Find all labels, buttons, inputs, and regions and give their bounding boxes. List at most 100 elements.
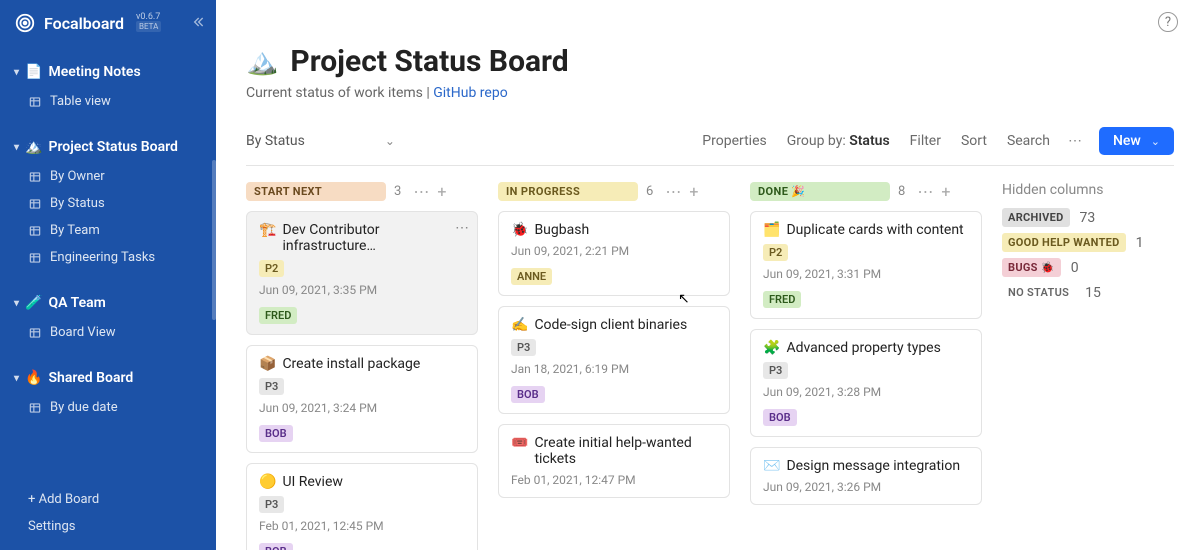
sidebar-item-1-2[interactable]: By Team bbox=[0, 217, 216, 244]
assignee-chip: ANNE bbox=[511, 268, 552, 285]
sidebar-item-1-0[interactable]: By Owner bbox=[0, 163, 216, 190]
card[interactable]: 🎟️Create initial help-wanted ticketsFeb … bbox=[498, 424, 730, 498]
card[interactable]: ✉️ Design message integration Jun 09, 2021… bbox=[750, 447, 982, 505]
column-header-1: IN PROGRESS 6 ⋯ + bbox=[498, 182, 730, 201]
settings-link[interactable]: Settings bbox=[14, 513, 202, 540]
assignee-chip: BOB bbox=[259, 425, 293, 442]
sidebar-section-1[interactable]: ▾🏔️Project Status Board bbox=[0, 133, 216, 161]
column-label[interactable]: IN PROGRESS bbox=[498, 182, 638, 201]
github-link[interactable]: GitHub repo bbox=[433, 85, 507, 101]
card-title: Advanced property types bbox=[786, 340, 940, 356]
board-emoji[interactable]: 🏔️ bbox=[246, 47, 278, 77]
hidden-columns-title: Hidden columns bbox=[1002, 182, 1144, 198]
view-selector[interactable]: By Status⌄ bbox=[246, 133, 395, 149]
card-emoji-icon: 🐞 bbox=[511, 222, 528, 238]
add-card-icon[interactable]: + bbox=[941, 182, 950, 201]
card[interactable]: 📦 Create install package P3 Jun 09, 2021, 3… bbox=[246, 345, 478, 453]
card-emoji-icon: 🎟️ bbox=[511, 435, 528, 451]
card[interactable]: 🟡 UI Review P3 Feb 01, 2021, 12:45 PM BOB bbox=[246, 463, 478, 550]
chevron-down-icon: ⌄ bbox=[385, 134, 395, 148]
column-options-icon[interactable]: ⋯ bbox=[665, 182, 681, 201]
column-label[interactable]: START NEXT bbox=[246, 182, 386, 201]
assignee-chip: FRED bbox=[259, 307, 297, 324]
search-button[interactable]: Search bbox=[1007, 133, 1050, 149]
group-by-button[interactable]: Group by: Status bbox=[787, 133, 890, 149]
card-title: Code-sign client binaries bbox=[534, 317, 687, 333]
card-title: Design message integration bbox=[786, 458, 960, 474]
column-label[interactable]: DONE 🎉 bbox=[750, 182, 890, 201]
column-count: 6 bbox=[646, 184, 653, 199]
hidden-column-row[interactable]: BUGS 🐞0 bbox=[1002, 258, 1144, 277]
page-title[interactable]: Project Status Board bbox=[290, 44, 568, 79]
card-emoji-icon: ✉️ bbox=[763, 458, 780, 474]
card[interactable]: 🐞 Bugbash Jun 09, 2021, 2:21 PM ANNE bbox=[498, 211, 730, 296]
caret-icon: ▾ bbox=[14, 298, 19, 309]
sidebar-section-2[interactable]: ▾🧪QA Team bbox=[0, 289, 216, 317]
card[interactable]: 🗂️Duplicate cards with contentP2Jun 09, … bbox=[750, 211, 982, 319]
sidebar-item-1-3[interactable]: Engineering Tasks bbox=[0, 244, 216, 271]
card-emoji-icon: 🟡 bbox=[259, 474, 276, 490]
priority-chip: P3 bbox=[763, 362, 788, 379]
column-count: 3 bbox=[394, 184, 401, 199]
card-title: UI Review bbox=[282, 474, 342, 490]
help-icon[interactable]: ? bbox=[1158, 12, 1178, 32]
hidden-column-row[interactable]: GOOD HELP WANTED1 bbox=[1002, 233, 1144, 252]
priority-chip: P3 bbox=[511, 339, 536, 356]
filter-button[interactable]: Filter bbox=[910, 133, 941, 149]
caret-icon: ▾ bbox=[14, 67, 19, 78]
priority-chip: P2 bbox=[259, 260, 284, 277]
sidebar-item-2-0[interactable]: Board View bbox=[0, 319, 216, 346]
card-title: Create initial help-wanted tickets bbox=[534, 435, 717, 467]
add-card-icon[interactable]: + bbox=[689, 182, 698, 201]
app-version: v0.6.7 BETA bbox=[136, 13, 161, 33]
sidebar-item-1-1[interactable]: By Status bbox=[0, 190, 216, 217]
card-emoji-icon: 🏗️ bbox=[259, 222, 276, 238]
assignee-chip: BOB bbox=[259, 543, 293, 550]
priority-chip: P2 bbox=[763, 244, 788, 261]
card-title: Bugbash bbox=[534, 222, 589, 238]
sidebar-header: Focalboard v0.6.7 BETA bbox=[0, 0, 216, 40]
sidebar-section-0[interactable]: ▾📄Meeting Notes bbox=[0, 58, 216, 86]
card-emoji-icon: ✍️ bbox=[511, 317, 528, 333]
page-subtitle: Current status of work items | GitHub re… bbox=[246, 85, 1174, 101]
properties-button[interactable]: Properties bbox=[702, 133, 766, 149]
sidebar: Focalboard v0.6.7 BETA ▾📄Meeting NotesTa… bbox=[0, 0, 216, 550]
card-date: Jun 09, 2021, 3:35 PM bbox=[259, 283, 465, 297]
card[interactable]: ✍️Code-sign client binariesP3Jan 18, 202… bbox=[498, 306, 730, 414]
column-options-icon[interactable]: ⋯ bbox=[917, 182, 933, 201]
assignee-chip: BOB bbox=[511, 386, 545, 403]
sidebar-item-0-0[interactable]: Table view bbox=[0, 88, 216, 115]
kanban-board: START NEXT 3 ⋯ + 🏗️ Dev Contributor infra… bbox=[246, 182, 1174, 550]
card-date: Feb 01, 2021, 12:45 PM bbox=[259, 519, 465, 533]
toolbar: By Status⌄ Properties Group by: Status F… bbox=[246, 127, 1174, 166]
column-options-icon[interactable]: ⋯ bbox=[413, 182, 429, 201]
hidden-column-row[interactable]: ARCHIVED73 bbox=[1002, 208, 1144, 227]
card-title: Dev Contributor infrastructure… bbox=[282, 222, 465, 254]
target-icon bbox=[14, 12, 36, 34]
card[interactable]: 🧩Advanced property typesP3Jun 09, 2021, … bbox=[750, 329, 982, 437]
priority-chip: P3 bbox=[259, 496, 284, 513]
sidebar-section-3[interactable]: ▾🔥Shared Board bbox=[0, 364, 216, 392]
sidebar-collapse-icon[interactable] bbox=[190, 14, 206, 34]
new-button[interactable]: New⌄ bbox=[1099, 127, 1174, 155]
hidden-column-row[interactable]: NO STATUS15 bbox=[1002, 283, 1144, 302]
more-options-icon[interactable]: ⋯ bbox=[1068, 133, 1083, 149]
hidden-columns: Hidden columns ARCHIVED73 GOOD HELP WANTED… bbox=[1002, 182, 1144, 308]
card-date: Jun 09, 2021, 3:24 PM bbox=[259, 401, 465, 415]
sort-button[interactable]: Sort bbox=[961, 133, 987, 149]
sidebar-item-3-0[interactable]: By due date bbox=[0, 394, 216, 421]
priority-chip: P3 bbox=[259, 378, 284, 395]
chevron-down-icon: ⌄ bbox=[1151, 135, 1160, 148]
add-board-button[interactable]: + Add Board bbox=[14, 486, 202, 513]
card-date: Jun 09, 2021, 2:21 PM bbox=[511, 244, 717, 258]
card-title: Create install package bbox=[282, 356, 420, 372]
card-date: Jun 09, 2021, 3:26 PM bbox=[763, 480, 969, 494]
card-emoji-icon: 📦 bbox=[259, 356, 276, 372]
card[interactable]: 🏗️ Dev Contributor infrastructure… P2 Jun 0… bbox=[246, 211, 478, 335]
card-title: Duplicate cards with content bbox=[786, 222, 963, 238]
app-logo[interactable]: Focalboard bbox=[14, 12, 124, 34]
add-card-icon[interactable]: + bbox=[437, 182, 446, 201]
app-name: Focalboard bbox=[44, 14, 124, 33]
main-content: ? 🏔️ Project Status Board Current status… bbox=[216, 0, 1200, 550]
card-emoji-icon: 🗂️ bbox=[763, 222, 780, 238]
